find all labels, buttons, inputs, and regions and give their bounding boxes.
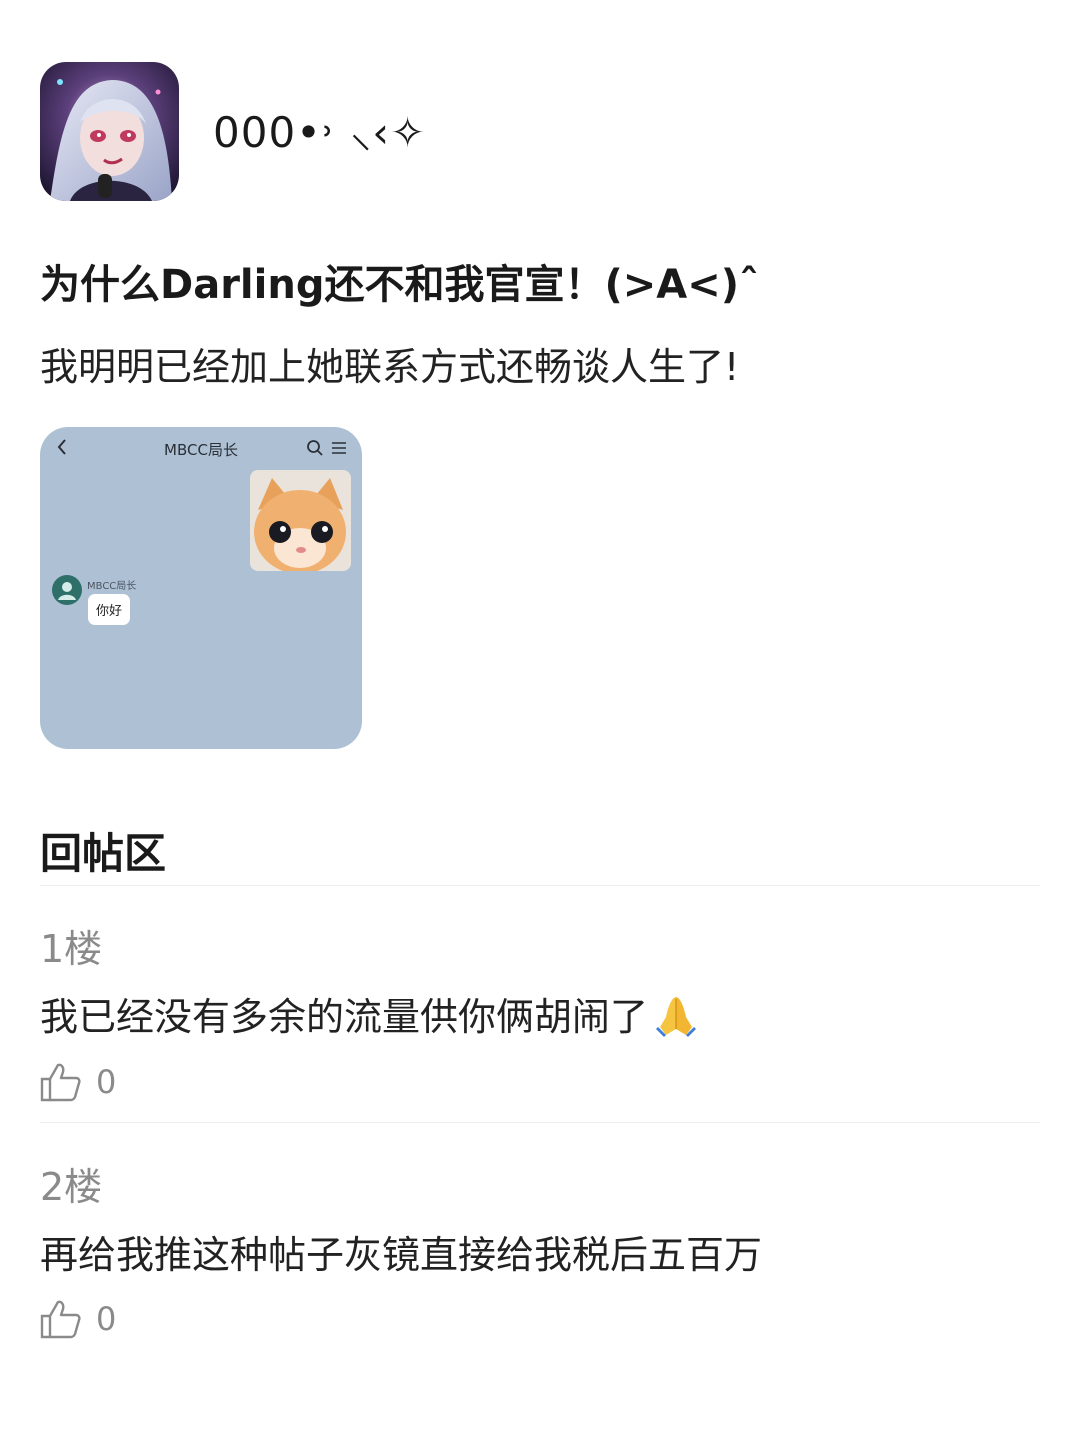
sender-name: MBCC局长	[87, 581, 137, 592]
reply-text-content: 再给我推这种帖子灰镜直接给我税后五百万	[40, 1233, 763, 1277]
divider	[40, 885, 1040, 886]
divider	[40, 1122, 1040, 1123]
like-count: 0	[96, 1300, 117, 1338]
sender-avatar	[52, 575, 82, 605]
like-button[interactable]: 0	[40, 1299, 116, 1339]
thumbs-up-icon	[40, 1063, 81, 1102]
post-title: 为什么Darling还不和我官宣！(>A<)ˆ	[40, 262, 760, 308]
post-header: 000•˒ ⸜‹✧	[40, 62, 426, 201]
reply-text: 再给我推这种帖子灰镜直接给我税后五百万	[40, 1224, 762, 1279]
kitten-photo	[250, 470, 351, 571]
reply-text-content: 我已经没有多余的流量供你俩胡闹了	[40, 995, 649, 1039]
message-bubble: 你好	[88, 594, 131, 625]
reply-floor: 2楼	[40, 1165, 103, 1209]
reply-text: 我已经没有多余的流量供你俩胡闹了	[40, 986, 698, 1041]
like-button[interactable]: 0	[40, 1062, 116, 1102]
like-count: 0	[96, 1063, 117, 1101]
post-image[interactable]: MBCC局长 MBCC局长 你好	[40, 427, 362, 749]
author-name[interactable]: 000•˒ ⸜‹✧	[213, 103, 426, 160]
replies-heading: 回帖区	[40, 829, 167, 878]
author-avatar[interactable]	[40, 62, 179, 201]
menu-icon	[332, 442, 346, 454]
folded-hands-icon	[656, 996, 697, 1037]
post-body: 我明明已经加上她联系方式还畅谈人生了!	[40, 345, 740, 389]
reply-floor: 1楼	[40, 927, 103, 971]
thumbs-up-icon	[40, 1300, 81, 1339]
chat-top-bar: MBCC局长	[40, 427, 362, 469]
search-icon	[307, 440, 323, 456]
